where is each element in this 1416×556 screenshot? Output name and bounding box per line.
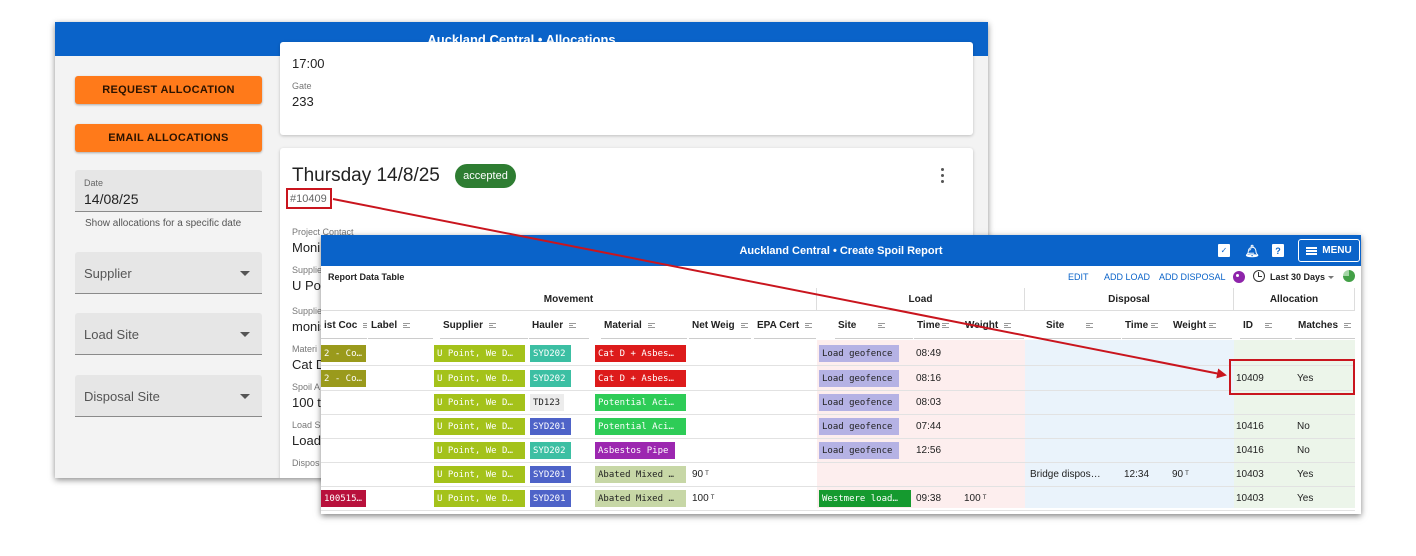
- callout-arrow: [332, 198, 1227, 379]
